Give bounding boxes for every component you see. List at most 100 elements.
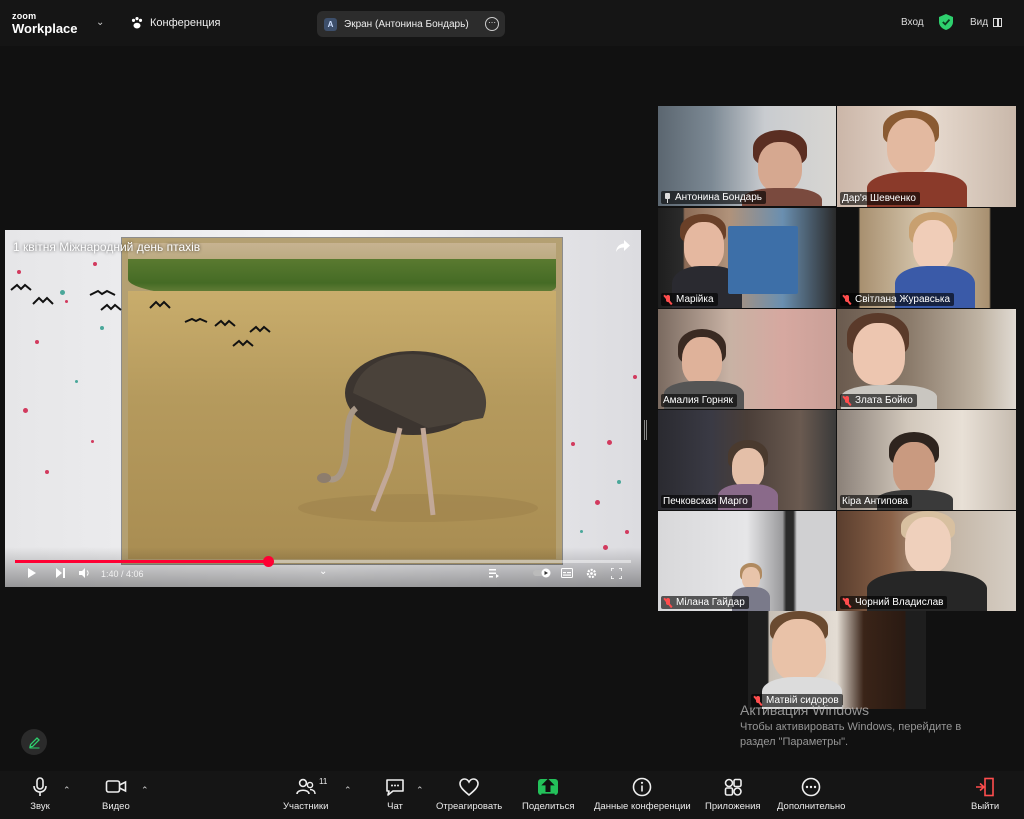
- meeting-toolbar: Звук ⌃ Видео ⌃ Участники 11 ⌃ Чат ⌃ Отре…: [0, 771, 1024, 819]
- apps-icon: [724, 778, 742, 796]
- participant-tile[interactable]: Печковская Марго: [658, 410, 836, 510]
- chevron-down-icon[interactable]: ⌄: [319, 566, 327, 577]
- view-label: Вид: [970, 17, 989, 28]
- avatar-face: [772, 619, 826, 681]
- video-button[interactable]: Видео: [102, 777, 130, 812]
- pencil-icon: [28, 736, 40, 748]
- leave-button[interactable]: Выйти: [971, 777, 999, 812]
- annotate-button[interactable]: [21, 729, 47, 755]
- participant-name-tag: Світлана Журавська: [840, 293, 955, 306]
- grid-view-icon: [993, 18, 1003, 27]
- participant-name-tag: Амалия Горняк: [661, 394, 737, 407]
- screen-share-label: Экран (Антонина Бондарь): [344, 18, 469, 30]
- share-screen-button[interactable]: Поделиться: [522, 777, 574, 812]
- progress-thumb[interactable]: [262, 556, 274, 567]
- heart-icon: [459, 778, 479, 797]
- participant-tile[interactable]: Антонина Бондарь: [658, 106, 836, 206]
- fullscreen-icon[interactable]: [611, 568, 622, 579]
- leave-label: Выйти: [971, 801, 1000, 812]
- muted-mic-icon: [842, 395, 852, 406]
- watermark-line3: раздел "Параметры".: [740, 735, 849, 748]
- participant-tile[interactable]: Амалия Горняк: [658, 309, 836, 409]
- participants-options-caret[interactable]: ⌃: [344, 785, 352, 796]
- leave-door-icon: [976, 777, 994, 797]
- play-icon[interactable]: [27, 568, 37, 578]
- logo-line2: Workplace: [12, 21, 78, 36]
- pin-icon: [663, 192, 672, 203]
- participant-name: Амалия Горняк: [663, 395, 733, 406]
- screen-share-indicator[interactable]: А Экран (Антонина Бондарь) ⋯: [317, 11, 505, 37]
- sharer-avatar: А: [324, 17, 337, 31]
- watermark-line2: Чтобы активировать Windows, перейдите в: [740, 720, 962, 733]
- progress-fill: [15, 560, 268, 563]
- top-bar: zoom Workplace ⌄ Конференция А Экран (Ан…: [0, 0, 1024, 46]
- meeting-info-button[interactable]: Данные конференции: [594, 777, 691, 812]
- participant-tile[interactable]: Світлана Журавська: [837, 208, 1016, 308]
- muted-mic-icon: [842, 597, 852, 608]
- audio-label: Звук: [30, 801, 50, 812]
- participants-count: 11: [319, 777, 328, 786]
- participant-name: Кіра Антипова: [842, 496, 909, 507]
- microphone-icon: [33, 777, 47, 796]
- participants-label: Участники: [283, 801, 329, 812]
- shared-video-player[interactable]: 1 квітня Міжнародний день птахів 1:40 / …: [5, 230, 641, 587]
- avatar-face: [905, 517, 951, 573]
- meeting-type[interactable]: Конференция: [130, 16, 220, 30]
- video-time: 1:40 / 4:06: [101, 569, 144, 579]
- participant-name: Дар'я Шевченко: [842, 193, 916, 204]
- avatar-face: [893, 442, 935, 494]
- logo-line1: zoom: [12, 11, 37, 21]
- muted-mic-icon: [842, 294, 852, 305]
- progress-bar[interactable]: [15, 556, 631, 567]
- autoplay-toggle-icon[interactable]: [533, 568, 553, 578]
- avatar-face: [758, 142, 802, 192]
- share-arrow-icon[interactable]: [615, 239, 631, 253]
- participant-tile[interactable]: Злата Бойко: [837, 309, 1016, 409]
- audio-options-caret[interactable]: ⌃: [63, 785, 71, 796]
- windows-activation-watermark: Активация Windows Чтобы активировать Win…: [740, 701, 961, 750]
- participant-name: Антонина Бондарь: [675, 192, 763, 203]
- panel-resize-handle[interactable]: [644, 420, 647, 440]
- playlist-icon[interactable]: [489, 568, 499, 578]
- participant-tile[interactable]: Мілана Гайдар: [658, 511, 836, 611]
- zoom-logo[interactable]: zoom Workplace: [12, 11, 78, 36]
- signin-button[interactable]: Вход: [901, 17, 924, 28]
- subtitles-icon[interactable]: [561, 568, 573, 578]
- chat-options-caret[interactable]: ⌃: [416, 785, 424, 796]
- react-label: Отреагировать: [436, 801, 503, 812]
- participant-name: Світлана Журавська: [855, 294, 951, 305]
- share-screen-icon: [538, 778, 559, 796]
- security-shield-icon[interactable]: [939, 14, 953, 30]
- video-title[interactable]: 1 квітня Міжнародний день птахів: [13, 240, 200, 254]
- chevron-down-icon[interactable]: ⌄: [96, 17, 104, 28]
- chat-bubble-icon: [386, 779, 404, 796]
- muted-mic-icon: [663, 294, 673, 305]
- audio-button[interactable]: Звук: [29, 777, 51, 812]
- avatar-face: [684, 222, 724, 270]
- apps-label: Приложения: [705, 801, 761, 812]
- avatar-face: [732, 448, 764, 488]
- volume-icon[interactable]: [79, 568, 91, 578]
- more-options-icon[interactable]: ⋯: [485, 17, 499, 31]
- participant-tile[interactable]: Чорний Владислав: [837, 511, 1016, 611]
- settings-gear-icon[interactable]: [586, 568, 597, 579]
- participant-tile[interactable]: Матвій сидоров: [748, 611, 926, 709]
- participant-name-tag: Дар'я Шевченко: [840, 192, 920, 205]
- more-label: Дополнительно: [777, 801, 846, 812]
- participant-name-tag: Злата Бойко: [840, 394, 917, 407]
- participant-name-tag: Мілана Гайдар: [661, 596, 749, 609]
- meeting-type-label: Конференция: [150, 17, 221, 29]
- next-icon[interactable]: [56, 568, 66, 578]
- apps-button[interactable]: Приложения: [705, 777, 761, 812]
- participant-name-tag: Марійка: [661, 293, 718, 306]
- more-button[interactable]: Дополнительно: [777, 777, 845, 812]
- video-options-caret[interactable]: ⌃: [141, 785, 149, 796]
- participant-tile[interactable]: Кіра Антипова: [837, 410, 1016, 510]
- chat-button[interactable]: Чат: [384, 777, 406, 812]
- participant-tile[interactable]: Марійка: [658, 208, 836, 308]
- view-button[interactable]: Вид: [970, 17, 1003, 28]
- watermark-title: Активация Windows: [740, 702, 870, 718]
- flying-birds: [10, 283, 271, 347]
- participant-tile-speaking[interactable]: Дар'я Шевченко: [837, 106, 1016, 207]
- react-button[interactable]: Отреагировать: [436, 777, 502, 812]
